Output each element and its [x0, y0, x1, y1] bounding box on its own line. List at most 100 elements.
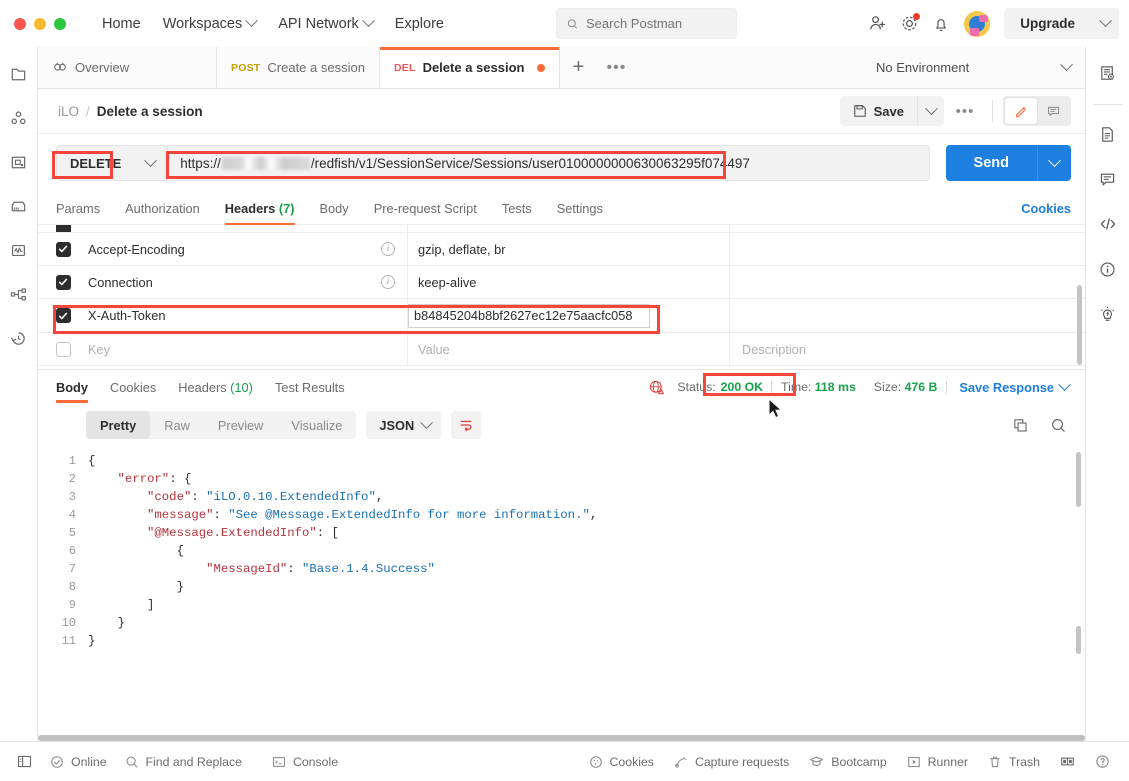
upgrade-dropdown-button[interactable] [1091, 8, 1119, 39]
nav-item-home[interactable]: Home [92, 10, 151, 38]
table-row[interactable]: Connection i keep-alive [38, 266, 1085, 299]
collections-icon[interactable] [4, 59, 34, 89]
response-tab-test-results[interactable]: Test Results [275, 373, 345, 402]
code-snippet-icon[interactable] [1092, 208, 1124, 240]
environment-quick-look-icon[interactable] [1092, 57, 1124, 89]
headers-table-scrollbar[interactable] [1077, 285, 1082, 365]
table-row-new-entry[interactable]: Key Value Description [38, 333, 1085, 366]
sidebar-toggle-button[interactable] [8, 750, 41, 773]
view-mode-visualize[interactable]: Visualize [277, 411, 356, 439]
header-enabled-checkbox[interactable] [55, 274, 71, 290]
header-value-cell[interactable]: b84845204b8bf2627ec12e75aacfc058 [408, 299, 730, 332]
avatar[interactable] [964, 10, 991, 37]
bootcamp-button[interactable]: Bootcamp [800, 750, 895, 773]
tab-delete-a-session[interactable]: DEL Delete a session [379, 47, 561, 88]
header-key-cell[interactable]: Key [88, 333, 408, 365]
response-tab-cookies[interactable]: Cookies [110, 373, 156, 402]
save-dropdown-button[interactable] [917, 96, 944, 126]
global-search[interactable] [556, 8, 737, 39]
view-mode-raw[interactable]: Raw [150, 411, 204, 439]
console-button[interactable]: Console [263, 751, 347, 773]
flows-icon[interactable] [4, 279, 34, 309]
response-scrollbar-bottom[interactable] [1076, 626, 1081, 654]
method-dropdown-button[interactable] [133, 145, 167, 181]
tab-headers[interactable]: Headers (7) [224, 201, 295, 225]
tab-pre-request-script[interactable]: Pre-request Script [374, 201, 477, 224]
send-button[interactable]: Send [945, 145, 1037, 181]
window-minimize-button[interactable] [34, 17, 46, 30]
header-description-cell[interactable]: Description [730, 342, 1085, 357]
header-value-cell[interactable]: gzip, deflate, br [408, 233, 730, 265]
edit-mode-button[interactable] [1005, 98, 1037, 124]
environments-icon[interactable] [4, 103, 34, 133]
response-scrollbar-top[interactable] [1076, 452, 1081, 507]
invite-user-icon[interactable] [862, 9, 892, 39]
header-enabled-checkbox[interactable] [55, 308, 71, 323]
header-key-cell[interactable]: Connection i [88, 266, 408, 298]
request-more-options-button[interactable]: ••• [948, 96, 982, 126]
tab-settings[interactable]: Settings [557, 201, 603, 224]
monitors-icon[interactable] [4, 235, 34, 265]
lightbulb-icon[interactable] [1092, 298, 1124, 330]
capture-requests-button[interactable]: Capture requests [665, 751, 798, 773]
comment-mode-button[interactable] [1037, 98, 1069, 124]
nav-item-explore[interactable]: Explore [385, 10, 454, 38]
copy-icon[interactable] [1009, 414, 1031, 436]
header-value-cell[interactable]: keep-alive [408, 266, 730, 298]
view-mode-preview[interactable]: Preview [204, 411, 278, 439]
comments-icon[interactable] [1092, 163, 1124, 195]
response-body-viewer[interactable]: 1{2 "error": {3 "code": "iLO.0.10.Extend… [38, 446, 1085, 741]
online-status-button[interactable]: Online [41, 751, 116, 773]
mock-servers-icon[interactable] [4, 191, 34, 221]
search-icon[interactable] [1047, 414, 1069, 436]
tab-authorization[interactable]: Authorization [125, 201, 200, 224]
nav-item-workspaces[interactable]: Workspaces [153, 10, 267, 38]
apis-icon[interactable] [4, 147, 34, 177]
info-icon[interactable]: i [381, 242, 395, 256]
nav-item-api-network[interactable]: API Network [268, 10, 383, 38]
documentation-icon[interactable] [1092, 118, 1124, 150]
window-maximize-button[interactable] [54, 17, 66, 30]
tab-params[interactable]: Params [56, 201, 100, 224]
tab-options-button[interactable]: ••• [596, 47, 636, 88]
notification-bell-icon[interactable] [926, 9, 956, 39]
tab-overview[interactable]: Overview [38, 47, 216, 88]
http-method-selector[interactable]: DELETE [56, 145, 168, 181]
info-icon[interactable]: i [381, 275, 395, 289]
cookies-link[interactable]: Cookies [1021, 201, 1071, 224]
tab-tests[interactable]: Tests [502, 201, 532, 224]
breadcrumb-collection[interactable]: iLO [58, 104, 79, 119]
response-tab-body[interactable]: Body [56, 373, 88, 403]
layout-panes-button[interactable] [1051, 750, 1084, 773]
tab-body[interactable]: Body [320, 201, 349, 224]
search-input[interactable] [586, 16, 726, 31]
history-icon[interactable] [4, 323, 34, 353]
table-row-x-auth-token[interactable]: X-Auth-Token b84845204b8bf2627ec12e75aac… [38, 299, 1085, 333]
runner-button[interactable]: Runner [898, 751, 977, 773]
header-value-input[interactable]: b84845204b8bf2627ec12e75aacfc058 [408, 303, 650, 328]
header-enabled-checkbox[interactable] [55, 341, 71, 357]
window-close-button[interactable] [14, 17, 26, 30]
cookies-button[interactable]: Cookies [580, 751, 663, 773]
info-icon[interactable] [1092, 253, 1124, 285]
tab-create-a-session[interactable]: POST Create a session [216, 47, 380, 88]
help-button[interactable] [1086, 750, 1119, 773]
header-key-cell[interactable]: Accept-Encoding i [88, 233, 408, 265]
environment-selector[interactable]: No Environment [860, 47, 1085, 89]
settings-gear-icon[interactable] [894, 9, 924, 39]
response-tab-headers[interactable]: Headers (10) [178, 373, 253, 402]
upgrade-button[interactable]: Upgrade [1004, 8, 1091, 39]
globe-warning-icon[interactable] [648, 379, 665, 396]
view-mode-pretty[interactable]: Pretty [86, 411, 151, 439]
header-value-cell[interactable]: Value [408, 333, 730, 365]
header-enabled-checkbox[interactable] [55, 241, 71, 257]
save-button[interactable]: Save [840, 96, 917, 126]
find-and-replace-button[interactable]: Find and Replace [116, 751, 251, 773]
table-row[interactable]: Accept-Encoding i gzip, deflate, br [38, 233, 1085, 266]
response-format-selector[interactable]: JSON [366, 411, 442, 439]
send-dropdown-button[interactable] [1037, 145, 1071, 181]
header-key-cell[interactable]: X-Auth-Token [88, 299, 408, 332]
save-response-button[interactable]: Save Response [959, 377, 1071, 395]
wrap-lines-button[interactable] [451, 411, 482, 439]
url-input[interactable]: https:// /redfish/v1/SessionService/Sessi… [167, 145, 930, 181]
